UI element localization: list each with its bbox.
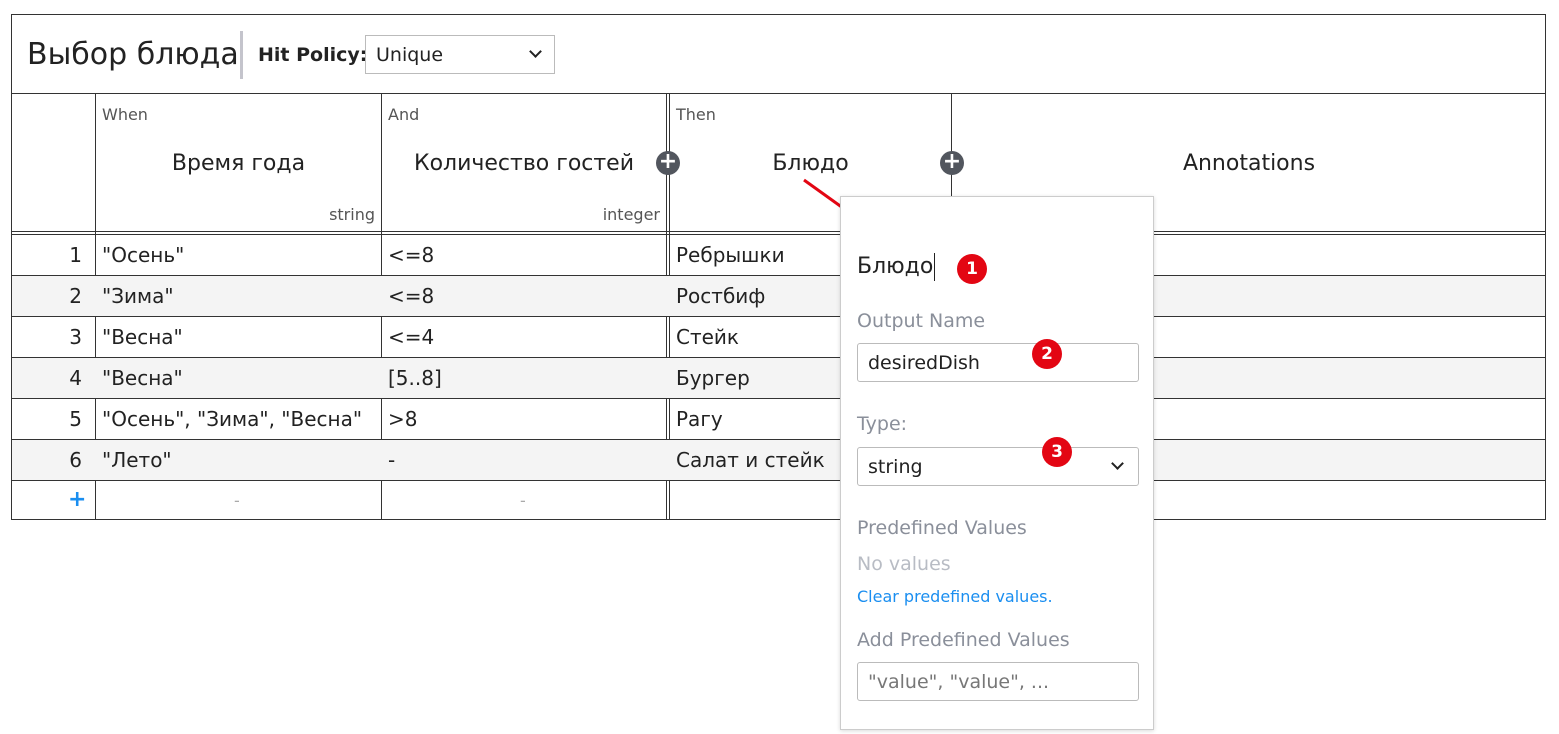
cell-dish[interactable]: Салат и стейк — [676, 440, 825, 480]
cell-dish[interactable]: Рагу — [676, 399, 723, 439]
placeholder-dash: - — [520, 491, 526, 510]
add-predefined-values-label: Add Predefined Values — [857, 629, 1070, 651]
column-name-season[interactable]: Время года — [96, 151, 381, 176]
add-predefined-placeholder: "value", "value", ... — [868, 671, 1050, 693]
add-row-button[interactable]: + — [68, 487, 86, 512]
cell-season[interactable]: "Весна" — [102, 358, 183, 398]
type-label: Type: — [857, 413, 908, 435]
table-row: 4 "Весна" [5..8] Бургер — [12, 358, 1545, 398]
table-row: 6 "Лето" - Салат и стейк — [12, 440, 1545, 480]
cell-season[interactable]: "Зима" — [102, 276, 174, 316]
cell-dish[interactable]: Стейк — [676, 317, 739, 357]
cell-guests[interactable]: <=8 — [388, 235, 434, 275]
row-number: 1 — [69, 243, 82, 267]
column-name-annotations[interactable]: Annotations — [952, 151, 1546, 176]
type-select[interactable]: string — [857, 447, 1139, 486]
decision-table: Выбор блюда Hit Policy: Unique When Врем… — [11, 14, 1546, 520]
table-header-bar: Выбор блюда Hit Policy: Unique — [12, 15, 1545, 94]
output-name-value: desiredDish — [868, 352, 980, 374]
no-values-text: No values — [857, 553, 951, 575]
add-predefined-values-input[interactable]: "value", "value", ... — [857, 662, 1139, 701]
clear-predefined-values-link[interactable]: Clear predefined values. — [857, 587, 1053, 606]
cell-guests[interactable]: [5..8] — [388, 358, 442, 398]
hit-policy-select[interactable]: Unique — [365, 35, 555, 74]
column-type-guests[interactable]: integer — [382, 205, 660, 224]
cell-dish[interactable]: Ростбиф — [676, 276, 765, 316]
predefined-values-label: Predefined Values — [857, 517, 1027, 539]
annotation-badge: 2 — [1032, 339, 1062, 369]
table-row: 5 "Осень", "Зима", "Весна" >8 Рагу — [12, 399, 1545, 439]
output-name-label: Output Name — [857, 310, 986, 332]
placeholder-dash: - — [234, 491, 240, 510]
cell-guests[interactable]: >8 — [388, 399, 417, 439]
chevron-down-icon — [529, 45, 542, 58]
hit-policy-label: Hit Policy: — [258, 44, 368, 66]
output-name-input[interactable]: desiredDish — [857, 343, 1139, 382]
column-divider — [951, 94, 952, 196]
annotation-badge: 1 — [957, 254, 987, 284]
table-row: 3 "Весна" <=4 Стейк — [12, 317, 1545, 357]
row-number: 4 — [69, 366, 82, 390]
cell-dish[interactable]: Ребрышки — [676, 235, 785, 275]
add-output-column-button[interactable]: + — [940, 151, 964, 175]
row-number: 2 — [69, 284, 82, 308]
title-separator — [240, 31, 243, 79]
cell-dish[interactable]: Бургер — [676, 358, 750, 398]
cell-season[interactable]: "Лето" — [102, 440, 172, 480]
column-label-input[interactable]: Блюдо — [857, 253, 936, 281]
cell-guests[interactable]: - — [388, 440, 395, 480]
table-title[interactable]: Выбор блюда — [27, 37, 239, 72]
row-number: 5 — [69, 407, 82, 431]
add-row: + - - — [12, 481, 1545, 521]
cell-season[interactable]: "Весна" — [102, 317, 183, 357]
column-kind-then: Then — [676, 105, 716, 124]
type-value: string — [868, 456, 923, 478]
cell-season[interactable]: "Осень", "Зима", "Весна" — [102, 399, 362, 439]
table-row: 2 "Зима" <=8 Ростбиф — [12, 276, 1545, 316]
annotation-badge: 3 — [1042, 437, 1072, 467]
column-name-dish[interactable]: Блюдо — [670, 151, 951, 176]
column-type-season[interactable]: string — [96, 205, 375, 224]
text-caret — [934, 253, 936, 281]
column-kind-when: When — [102, 105, 148, 124]
chevron-down-icon — [1111, 457, 1124, 470]
column-kind-and: And — [388, 105, 420, 124]
column-label-value: Блюдо — [857, 254, 934, 279]
table-row: 1 "Осень" <=8 Ребрышки — [12, 235, 1545, 275]
hit-policy-value: Unique — [376, 44, 444, 66]
cell-guests[interactable]: <=8 — [388, 276, 434, 316]
row-number: 6 — [69, 448, 82, 472]
cell-guests[interactable]: <=4 — [388, 317, 434, 357]
row-number: 3 — [69, 325, 82, 349]
column-name-guests[interactable]: Количество гостей — [382, 151, 666, 176]
cell-season[interactable]: "Осень" — [102, 235, 184, 275]
column-details-popup: Блюдо Output Name desiredDish Type: stri… — [840, 196, 1154, 730]
add-input-column-button[interactable]: + — [656, 151, 680, 175]
